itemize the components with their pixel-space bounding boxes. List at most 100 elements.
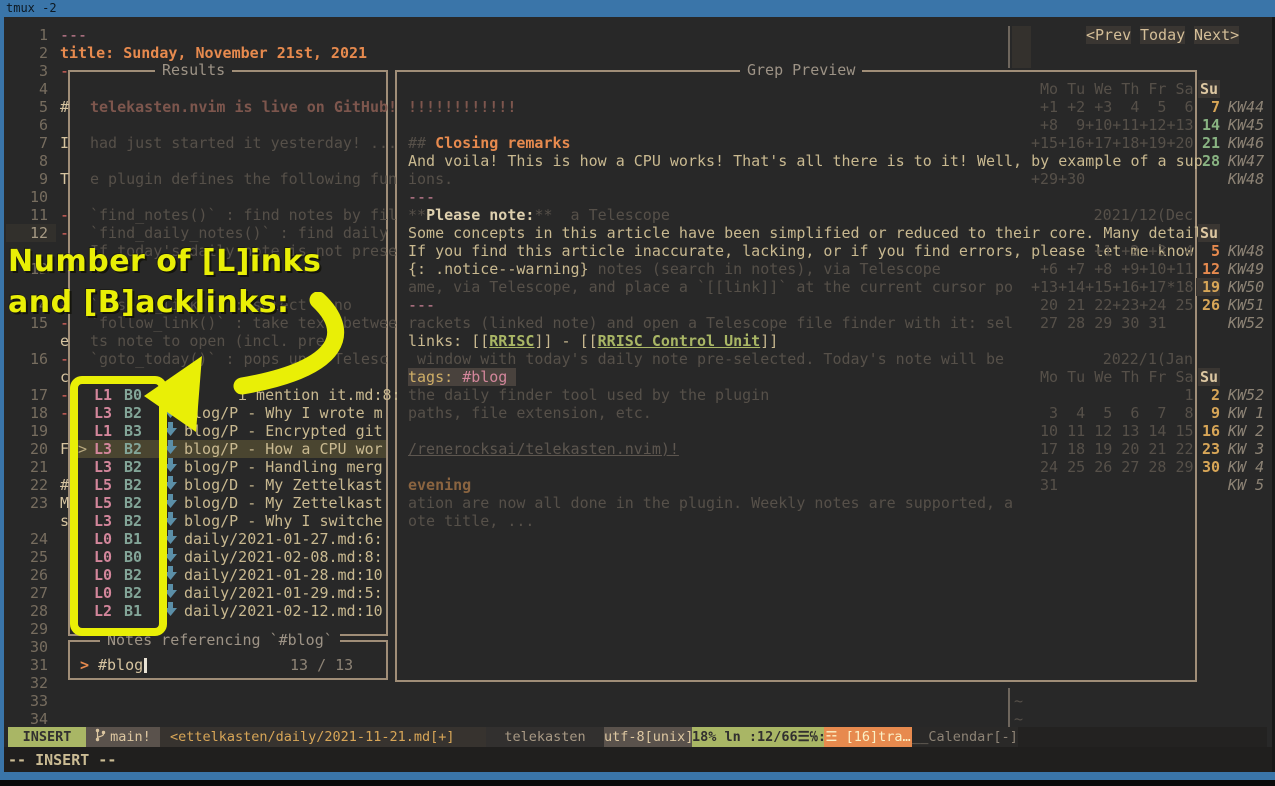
git-branch-label: main!: [110, 727, 151, 747]
calendar-sunday-header: Su: [1198, 368, 1220, 386]
search-input[interactable]: #blog: [98, 656, 143, 674]
preview-line: links: [[RRISC]] - [[RRISC Control Unit]…: [408, 332, 778, 350]
line-number: 30: [8, 638, 48, 656]
line-number: 19: [8, 422, 48, 440]
line-number: 1: [8, 26, 48, 44]
result-row[interactable]: blog/D - My Zettelkast: [184, 494, 383, 512]
line-number: 11: [8, 206, 48, 224]
vertical-window-separator: [1008, 26, 1010, 68]
empty-line-tilde: ~: [1014, 692, 1023, 710]
command-line-area: [4, 747, 1272, 772]
list-bullet: -: [60, 62, 69, 80]
result-row[interactable]: daily/2021-02-12.md:10: [184, 602, 383, 620]
calendar-date[interactable]: 23: [1196, 440, 1220, 458]
calendar-date[interactable]: 2: [1196, 386, 1220, 404]
preview-text-segment: #blog: [462, 368, 507, 386]
calendar-prev-button[interactable]: <Prev: [1086, 26, 1131, 44]
calendar-week-number: KW 2: [1228, 422, 1264, 440]
result-row[interactable]: daily/2021-02-08.md:8:: [184, 548, 383, 566]
calendar-week-number: KW45: [1228, 116, 1264, 134]
preview-line: ame, via Telescope, and place a `[[link]…: [408, 278, 1013, 296]
result-row[interactable]: blog/P - Handling merg: [184, 458, 383, 476]
preview-line: And voila! This is how a CPU works! That…: [408, 152, 1203, 170]
calendar-week-days: 10 11 12 13 14 15: [1031, 422, 1194, 440]
result-row[interactable]: daily/2021-01-29.md:5:: [184, 584, 383, 602]
buffer-bleed-text: e plugin defines the following fun: [90, 170, 397, 188]
calendar-date[interactable]: 21: [1196, 134, 1220, 152]
line-number: 8: [8, 152, 48, 170]
filetype-segment: telekasten: [486, 727, 604, 747]
calendar-date[interactable]: 26: [1196, 296, 1220, 314]
calendar-week-days: 3 4 5 6 7 8: [1031, 404, 1194, 422]
preview-line: window with today's daily note pre-selec…: [408, 350, 1004, 368]
calendar-date[interactable]: 16: [1196, 422, 1220, 440]
line-number: 2: [8, 44, 48, 62]
result-row[interactable]: blog/P - Why I switche: [184, 512, 383, 530]
calendar-week-days: +6 +7 +8 +9+10+11: [1031, 260, 1194, 278]
preview-line: Some concepts in this article have been …: [408, 224, 1203, 242]
calendar-date[interactable]: 28: [1196, 152, 1220, 170]
line-number: 16: [8, 350, 48, 368]
vertical-window-separator: [1008, 688, 1010, 728]
prompt-caret: >: [80, 656, 89, 674]
filename-segment[interactable]: <ettelkasten/daily/2021-11-21.md[+]: [160, 727, 486, 747]
calendar-date[interactable]: 7: [1196, 98, 1220, 116]
empty-line-tilde: ~: [1014, 710, 1023, 728]
line-number: 18: [8, 404, 48, 422]
preview-line: rackets (linked note) and open a Telesco…: [408, 314, 1013, 332]
calendar-week-number: KW48: [1228, 170, 1264, 188]
annotation-line-1: Number of [L]inks: [8, 245, 321, 279]
buffer-bleed-text: had just started it yesterday! ...: [90, 134, 397, 152]
line-number: 10: [8, 188, 48, 206]
calendar-date[interactable]: 19: [1196, 278, 1220, 296]
list-bullet: -: [60, 224, 69, 242]
statusline-filler: [1018, 727, 1267, 747]
buffer-badge-segment[interactable]: ☲ [16]tra…: [824, 727, 912, 747]
buffer-char: c: [60, 368, 69, 386]
preview-text-segment: RRISC Control Unit: [598, 332, 761, 350]
buffer-char: I: [60, 134, 69, 152]
preview-text-segment: {: .notice--warning}: [408, 260, 589, 278]
preview-text-segment: Closing remarks: [435, 134, 570, 152]
preview-line: ation are now all done in the plugin. We…: [408, 494, 1013, 512]
calendar-week-days: +13+14+15+16+17*18: [1031, 278, 1194, 296]
result-row[interactable]: blog/D - My Zettelkast: [184, 476, 383, 494]
calendar-week-days: +1 +2 +3 4 5 6: [1031, 98, 1194, 116]
calendar-date[interactable]: 30: [1196, 458, 1220, 476]
preview-line: ote title, ...: [408, 512, 534, 530]
calendar-next-button[interactable]: Next>: [1194, 26, 1239, 44]
calendar-date[interactable]: 12: [1196, 260, 1220, 278]
git-branch-icon: [95, 728, 106, 747]
line-number: 17: [8, 386, 48, 404]
calendar-date[interactable]: 9: [1196, 404, 1220, 422]
preview-line: **Please note:** a Telescope: [408, 206, 670, 224]
list-bullet: -: [60, 206, 69, 224]
window-bottom-border: [0, 772, 1275, 780]
mode-indicator: INSERT: [8, 727, 86, 747]
buffer-char: #: [60, 476, 69, 494]
result-row[interactable]: daily/2021-01-27.md:6:: [184, 530, 383, 548]
calendar-date[interactable]: 5: [1196, 242, 1220, 260]
git-branch-segment[interactable]: main!: [86, 727, 160, 747]
preview-line: ions.: [408, 170, 453, 188]
calendar-week-number: KW51: [1228, 296, 1264, 314]
buffer-char: #: [60, 98, 69, 116]
calendar-week-days: +15+16+17+18+19+20: [1031, 134, 1194, 152]
cursor-position-segment: 18% ln :12/66☰℅:50: [692, 727, 824, 747]
line-number: 3: [8, 62, 48, 80]
calendar-week-number: KW52: [1228, 314, 1264, 332]
desktop-edge: [0, 780, 1275, 786]
line-number: 7: [8, 134, 48, 152]
calendar-today-button[interactable]: Today: [1140, 26, 1185, 44]
calendar-date[interactable]: 14: [1196, 116, 1220, 134]
buffer-line: title: Sunday, November 21st, 2021: [60, 44, 367, 62]
calendar-tab[interactable]: __Calendar[-]: [912, 727, 1018, 747]
result-row[interactable]: blog/P - How a CPU wor: [184, 440, 383, 458]
calendar-week-days: 1: [1031, 386, 1194, 404]
result-row[interactable]: daily/2021-01-28.md:10: [184, 566, 383, 584]
calendar-week-number: KW 4: [1228, 458, 1264, 476]
calendar-week-number: KW47: [1228, 152, 1264, 170]
calendar-week-days: +29+30: [1031, 170, 1085, 188]
calendar-week-number: KW50: [1228, 278, 1264, 296]
line-number: 12: [8, 224, 48, 242]
